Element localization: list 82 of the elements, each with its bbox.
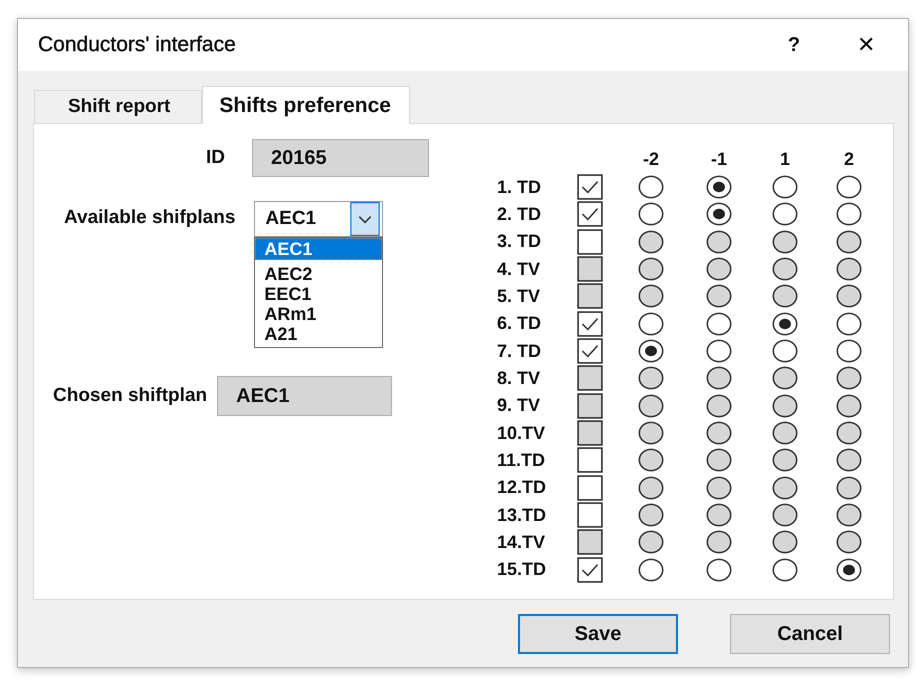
checkbox[interactable]: [577, 338, 603, 364]
column-header: -2: [642, 149, 660, 170]
column-header: -1: [710, 149, 728, 170]
dropdown-option[interactable]: A21: [255, 324, 382, 344]
row-label: 6. TD: [497, 313, 542, 334]
id-label: ID: [206, 147, 225, 169]
checkbox[interactable]: [577, 447, 603, 474]
row-label: 12.TD: [497, 477, 548, 498]
radio-button[interactable]: [706, 230, 732, 254]
radio-button[interactable]: [706, 175, 732, 200]
shiftplans-label: Available shifplans: [64, 207, 236, 229]
radio-button[interactable]: [772, 202, 798, 226]
radio-button[interactable]: [706, 202, 732, 226]
radio-button[interactable]: [706, 476, 732, 500]
row-label: 3. TD: [497, 231, 542, 252]
row-label: 13.TD: [497, 504, 548, 526]
radio-button[interactable]: [836, 339, 862, 364]
row-label: 4. TV: [497, 258, 542, 280]
save-button[interactable]: Save: [518, 614, 678, 654]
row-label: 8. TV: [497, 368, 542, 389]
help-button[interactable]: ?: [764, 25, 824, 65]
tab[interactable]: Shifts preference: [202, 86, 410, 124]
row-label: 9. TV: [497, 395, 542, 416]
dropdown-option[interactable]: AEC1: [255, 238, 382, 260]
row-label: 5. TV: [497, 286, 542, 307]
dropdown-option[interactable]: EEC1: [255, 284, 382, 304]
shiftplan-dropdown[interactable]: AEC1: [254, 201, 384, 237]
radio-button[interactable]: [706, 312, 732, 336]
radio-button[interactable]: [772, 503, 798, 528]
radio-button[interactable]: [772, 312, 798, 336]
radio-button[interactable]: [706, 339, 732, 364]
radio-button[interactable]: [836, 230, 862, 254]
radio-button[interactable]: [772, 175, 798, 200]
radio-button[interactable]: [836, 312, 862, 336]
radio-button[interactable]: [638, 339, 664, 364]
dropdown-option[interactable]: AEC2: [255, 264, 382, 284]
radio-button[interactable]: [638, 476, 664, 500]
close-button[interactable]: ✕: [836, 25, 896, 65]
radio-button[interactable]: [638, 175, 664, 200]
radio-button[interactable]: [836, 448, 862, 472]
radio-button[interactable]: [772, 448, 798, 472]
row-label: 14.TV: [497, 532, 546, 553]
checkbox[interactable]: [577, 174, 603, 200]
tab[interactable]: Shift report: [34, 90, 202, 123]
checkbox[interactable]: [577, 556, 603, 583]
radio-button[interactable]: [706, 558, 732, 582]
radio-button[interactable]: [706, 503, 732, 528]
radio-button[interactable]: [638, 558, 664, 582]
radio-button[interactable]: [638, 202, 664, 226]
chosen-shiftplan-label: Chosen shiftplan: [53, 385, 208, 407]
checkbox[interactable]: [577, 228, 603, 255]
window-title: Conductors' interface: [38, 33, 237, 57]
row-label: 10.TV: [497, 422, 546, 444]
column-header: 2: [842, 149, 855, 170]
row-label: 11.TD: [497, 450, 546, 471]
dropdown-option[interactable]: ARm1: [255, 304, 382, 324]
radio-button[interactable]: [772, 558, 798, 582]
checkbox[interactable]: [577, 310, 603, 337]
checkbox[interactable]: [577, 474, 603, 501]
row-label: 15.TD: [497, 559, 548, 580]
radio-button[interactable]: [836, 476, 862, 500]
radio-button[interactable]: [638, 312, 664, 336]
radio-button[interactable]: [836, 175, 862, 200]
radio-button[interactable]: [638, 230, 664, 254]
row-label: 2. TD: [497, 204, 542, 225]
checkbox[interactable]: [577, 201, 603, 228]
radio-button[interactable]: [706, 448, 732, 472]
id-field: 20165: [252, 139, 429, 177]
row-label: 1. TD: [497, 176, 542, 198]
radio-button[interactable]: [772, 476, 798, 500]
row-label: 7. TD: [497, 340, 542, 362]
radio-button[interactable]: [638, 448, 664, 472]
column-header: 1: [778, 149, 791, 170]
cancel-button[interactable]: Cancel: [730, 614, 890, 654]
radio-button[interactable]: [836, 558, 862, 582]
checkbox[interactable]: [577, 502, 603, 528]
radio-button[interactable]: [836, 202, 862, 226]
radio-button[interactable]: [772, 230, 798, 254]
chosen-shiftplan-field: AEC1: [217, 376, 392, 416]
radio-button[interactable]: [772, 339, 798, 364]
radio-button[interactable]: [638, 503, 664, 528]
radio-button[interactable]: [836, 503, 862, 528]
